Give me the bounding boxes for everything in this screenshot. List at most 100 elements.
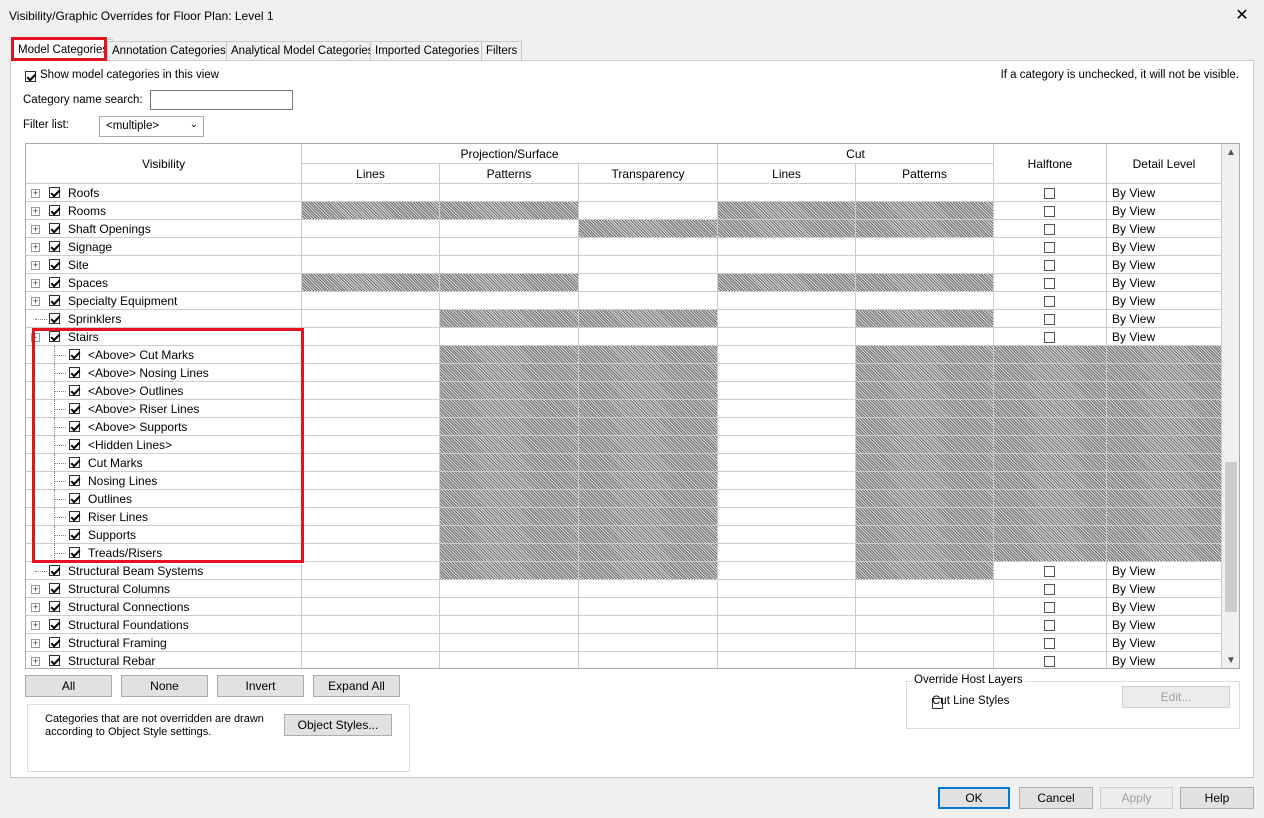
- row-cell-pl[interactable]: [302, 400, 440, 418]
- row-cell-cl[interactable]: [718, 598, 856, 616]
- row-visibility-checkbox[interactable]: [49, 619, 60, 630]
- row-cell-pp[interactable]: [440, 616, 579, 634]
- expand-icon[interactable]: +: [31, 603, 40, 612]
- row-cell-pl[interactable]: [302, 364, 440, 382]
- header-visibility[interactable]: Visibility: [26, 144, 302, 184]
- halftone-checkbox[interactable]: [1044, 602, 1055, 613]
- row-cell-pp[interactable]: [440, 184, 579, 202]
- row-visibility-checkbox[interactable]: [49, 259, 60, 270]
- category-search-input[interactable]: [150, 90, 293, 110]
- row-cell-tr[interactable]: [579, 634, 718, 652]
- row-cell-cl[interactable]: [718, 472, 856, 490]
- row-cell-tr[interactable]: [579, 580, 718, 598]
- row-cell-cl[interactable]: [718, 544, 856, 562]
- tab-analytical-model-categories[interactable]: Analytical Model Categories: [226, 41, 379, 61]
- row-cell-tr[interactable]: [579, 328, 718, 346]
- row-cell-cp[interactable]: [856, 292, 994, 310]
- expand-icon[interactable]: +: [31, 639, 40, 648]
- halftone-checkbox[interactable]: [1044, 584, 1055, 595]
- tab-annotation-categories[interactable]: Annotation Categories: [107, 41, 231, 61]
- row-cell-cp[interactable]: [856, 580, 994, 598]
- row-visibility-checkbox[interactable]: [49, 205, 60, 216]
- halftone-checkbox[interactable]: [1044, 314, 1055, 325]
- expand-icon[interactable]: +: [31, 297, 40, 306]
- table-row[interactable]: + Structural Framing By View: [26, 634, 1222, 652]
- halftone-checkbox[interactable]: [1044, 242, 1055, 253]
- row-cell-cl[interactable]: [718, 310, 856, 328]
- row-cell-cl[interactable]: [718, 382, 856, 400]
- row-cell-pl[interactable]: [302, 454, 440, 472]
- apply-button[interactable]: Apply: [1100, 787, 1173, 809]
- row-cell-pl[interactable]: [302, 292, 440, 310]
- expand-icon[interactable]: +: [31, 189, 40, 198]
- table-row[interactable]: + Spaces By View: [26, 274, 1222, 292]
- row-cell-cp[interactable]: [856, 184, 994, 202]
- row-cell-tr[interactable]: [579, 274, 718, 292]
- object-styles-button[interactable]: Object Styles...: [284, 714, 392, 736]
- row-cell-cl[interactable]: [718, 418, 856, 436]
- row-cell-cp[interactable]: [856, 634, 994, 652]
- expand-icon[interactable]: +: [31, 585, 40, 594]
- row-cell-pl[interactable]: [302, 652, 440, 668]
- row-visibility-checkbox[interactable]: [49, 583, 60, 594]
- table-row[interactable]: + Structural Connections By View: [26, 598, 1222, 616]
- halftone-checkbox[interactable]: [1044, 332, 1055, 343]
- row-cell-pl[interactable]: [302, 184, 440, 202]
- detail-level-value[interactable]: By View: [1112, 636, 1155, 650]
- row-cell-pl[interactable]: [302, 526, 440, 544]
- row-cell-pl[interactable]: [302, 382, 440, 400]
- halftone-checkbox[interactable]: [1044, 260, 1055, 271]
- halftone-checkbox[interactable]: [1044, 296, 1055, 307]
- row-cell-pl[interactable]: [302, 544, 440, 562]
- row-cell-cp[interactable]: [856, 256, 994, 274]
- row-cell-pp[interactable]: [440, 634, 579, 652]
- expand-all-button[interactable]: Expand All: [313, 675, 400, 697]
- tab-filters[interactable]: Filters: [481, 41, 523, 61]
- row-cell-cl[interactable]: [718, 256, 856, 274]
- row-cell-pl[interactable]: [302, 328, 440, 346]
- table-row[interactable]: Sprinklers By View: [26, 310, 1222, 328]
- detail-level-value[interactable]: By View: [1112, 204, 1155, 218]
- row-cell-pl[interactable]: [302, 220, 440, 238]
- tab-imported-categories[interactable]: Imported Categories: [370, 41, 485, 61]
- row-cell-cl[interactable]: [718, 184, 856, 202]
- row-cell-pl[interactable]: [302, 472, 440, 490]
- scroll-up-icon[interactable]: ▲: [1225, 146, 1237, 160]
- row-cell-cl[interactable]: [718, 346, 856, 364]
- expand-icon[interactable]: +: [31, 657, 40, 666]
- row-cell-pl[interactable]: [302, 310, 440, 328]
- row-cell-pp[interactable]: [440, 256, 579, 274]
- detail-level-value[interactable]: By View: [1112, 240, 1155, 254]
- table-row[interactable]: + Rooms By View: [26, 202, 1222, 220]
- halftone-checkbox[interactable]: [1044, 188, 1055, 199]
- table-row[interactable]: + Specialty Equipment By View: [26, 292, 1222, 310]
- row-cell-pp[interactable]: [440, 328, 579, 346]
- row-cell-pl[interactable]: [302, 418, 440, 436]
- table-row[interactable]: + Roofs By View: [26, 184, 1222, 202]
- halftone-checkbox[interactable]: [1044, 566, 1055, 577]
- detail-level-value[interactable]: By View: [1112, 582, 1155, 596]
- scrollbar-thumb[interactable]: [1225, 462, 1237, 612]
- row-cell-pp[interactable]: [440, 580, 579, 598]
- halftone-checkbox[interactable]: [1044, 638, 1055, 649]
- row-cell-cp[interactable]: [856, 652, 994, 668]
- row-cell-pp[interactable]: [440, 238, 579, 256]
- row-cell-pp[interactable]: [440, 652, 579, 668]
- row-cell-cl[interactable]: [718, 508, 856, 526]
- row-cell-cl[interactable]: [718, 364, 856, 382]
- row-cell-pl[interactable]: [302, 490, 440, 508]
- row-cell-pp[interactable]: [440, 292, 579, 310]
- row-visibility-checkbox[interactable]: [49, 637, 60, 648]
- row-cell-pl[interactable]: [302, 508, 440, 526]
- row-visibility-checkbox[interactable]: [49, 601, 60, 612]
- row-cell-pp[interactable]: [440, 220, 579, 238]
- row-visibility-checkbox[interactable]: [49, 313, 60, 324]
- detail-level-value[interactable]: By View: [1112, 186, 1155, 200]
- row-cell-cp[interactable]: [856, 616, 994, 634]
- row-cell-cl[interactable]: [718, 580, 856, 598]
- row-cell-cp[interactable]: [856, 238, 994, 256]
- row-visibility-checkbox[interactable]: [49, 223, 60, 234]
- row-cell-cl[interactable]: [718, 616, 856, 634]
- row-cell-pl[interactable]: [302, 616, 440, 634]
- row-visibility-checkbox[interactable]: [49, 655, 60, 666]
